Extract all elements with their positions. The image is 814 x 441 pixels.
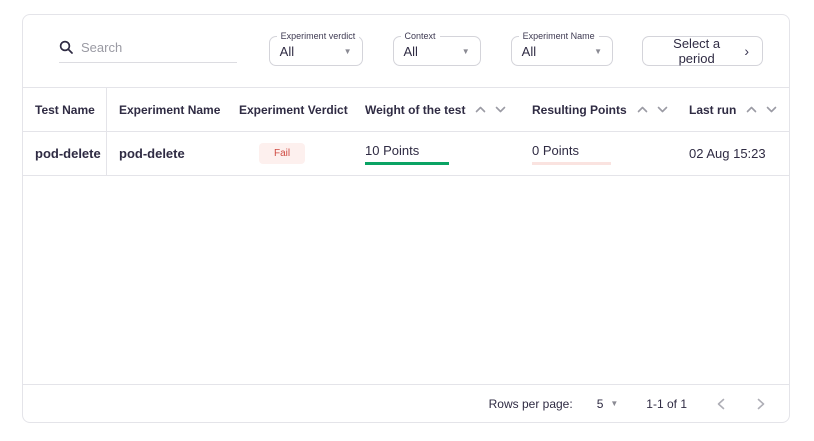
column-header-experiment-verdict: Experiment Verdict: [227, 88, 353, 131]
chevron-right-icon: [757, 398, 765, 410]
column-header-last-run: Last run: [677, 88, 789, 131]
test-name-value: pod-delete: [35, 146, 101, 161]
select-period-button[interactable]: Select a period ›: [642, 36, 763, 66]
dropdown-caret-icon: ▼: [336, 47, 352, 56]
verdict-fail-badge: Fail: [259, 143, 305, 164]
select-period-label: Select a period: [656, 36, 737, 66]
rows-per-page-label: Rows per page:: [489, 397, 573, 411]
dropdown-caret-icon: ▼: [610, 399, 618, 408]
search-input[interactable]: [81, 40, 237, 55]
column-label: Weight of the test: [365, 103, 465, 117]
column-label: Experiment Name: [119, 103, 220, 117]
pagination-controls: [711, 394, 771, 414]
column-header-test-name: Test Name: [23, 88, 107, 131]
cell-experiment-name: pod-delete: [107, 132, 227, 175]
results-card: Experiment verdict All ▼ Context All ▼ E…: [22, 14, 790, 423]
experiment-verdict-select[interactable]: Experiment verdict All ▼: [269, 36, 363, 66]
column-label: Resulting Points: [532, 103, 627, 117]
sort-ascending-icon[interactable]: [475, 106, 486, 113]
sort-descending-icon[interactable]: [495, 106, 506, 113]
column-label: Test Name: [35, 103, 95, 117]
last-run-value: 02 Aug 15:23: [689, 146, 766, 161]
sort-descending-icon[interactable]: [766, 106, 777, 113]
dropdown-caret-icon: ▼: [586, 47, 602, 56]
sort-ascending-icon[interactable]: [637, 106, 648, 113]
rows-per-page-select[interactable]: 5 ▼: [597, 397, 619, 411]
experiment-name-select[interactable]: Experiment Name All ▼: [511, 36, 613, 66]
experiment-verdict-value: All: [280, 44, 294, 59]
experiment-name-label: Experiment Name: [519, 30, 599, 42]
resulting-points-progress-value: 0 Points: [532, 143, 611, 165]
sort-controls: [637, 106, 668, 113]
column-header-experiment-name: Experiment Name: [107, 88, 227, 131]
weight-progress-value: 10 Points: [365, 143, 449, 165]
results-table-page: Experiment verdict All ▼ Context All ▼ E…: [0, 0, 814, 441]
column-label: Last run: [689, 103, 736, 117]
cell-resulting-points: 0 Points: [520, 132, 677, 175]
cell-weight: 10 Points: [353, 132, 520, 175]
pagination-range-label: 1-1 of 1: [646, 397, 687, 411]
chevron-left-icon: [717, 398, 725, 410]
cell-last-run: 02 Aug 15:23: [677, 132, 789, 175]
context-select[interactable]: Context All ▼: [393, 36, 481, 66]
cell-test-name: pod-delete: [23, 132, 107, 175]
chevron-right-icon: ›: [744, 44, 749, 58]
cell-experiment-verdict: Fail: [227, 132, 353, 175]
search-field[interactable]: [59, 40, 237, 63]
sort-descending-icon[interactable]: [657, 106, 668, 113]
experiment-name-value: All: [522, 44, 536, 59]
sort-controls: [475, 106, 506, 113]
rows-per-page-value: 5: [597, 397, 604, 411]
experiment-name-value: pod-delete: [119, 146, 185, 161]
table-empty-space: [23, 176, 789, 384]
table-pagination-footer: Rows per page: 5 ▼ 1-1 of 1: [23, 384, 789, 422]
experiment-verdict-label: Experiment verdict: [277, 30, 360, 42]
sort-controls: [746, 106, 777, 113]
column-header-weight: Weight of the test: [353, 88, 520, 131]
context-label: Context: [401, 30, 440, 42]
next-page-button[interactable]: [751, 394, 771, 414]
table-header-row: Test Name Experiment Name Experiment Ver…: [23, 87, 789, 132]
dropdown-caret-icon: ▼: [454, 47, 470, 56]
column-header-resulting-points: Resulting Points: [520, 88, 677, 131]
context-value: All: [404, 44, 418, 59]
table-row[interactable]: pod-delete pod-delete Fail 10 Points 0 P…: [23, 132, 789, 176]
filters-toolbar: Experiment verdict All ▼ Context All ▼ E…: [23, 15, 789, 87]
column-label: Experiment Verdict: [239, 103, 348, 117]
previous-page-button[interactable]: [711, 394, 731, 414]
search-icon: [59, 40, 73, 54]
sort-ascending-icon[interactable]: [746, 106, 757, 113]
